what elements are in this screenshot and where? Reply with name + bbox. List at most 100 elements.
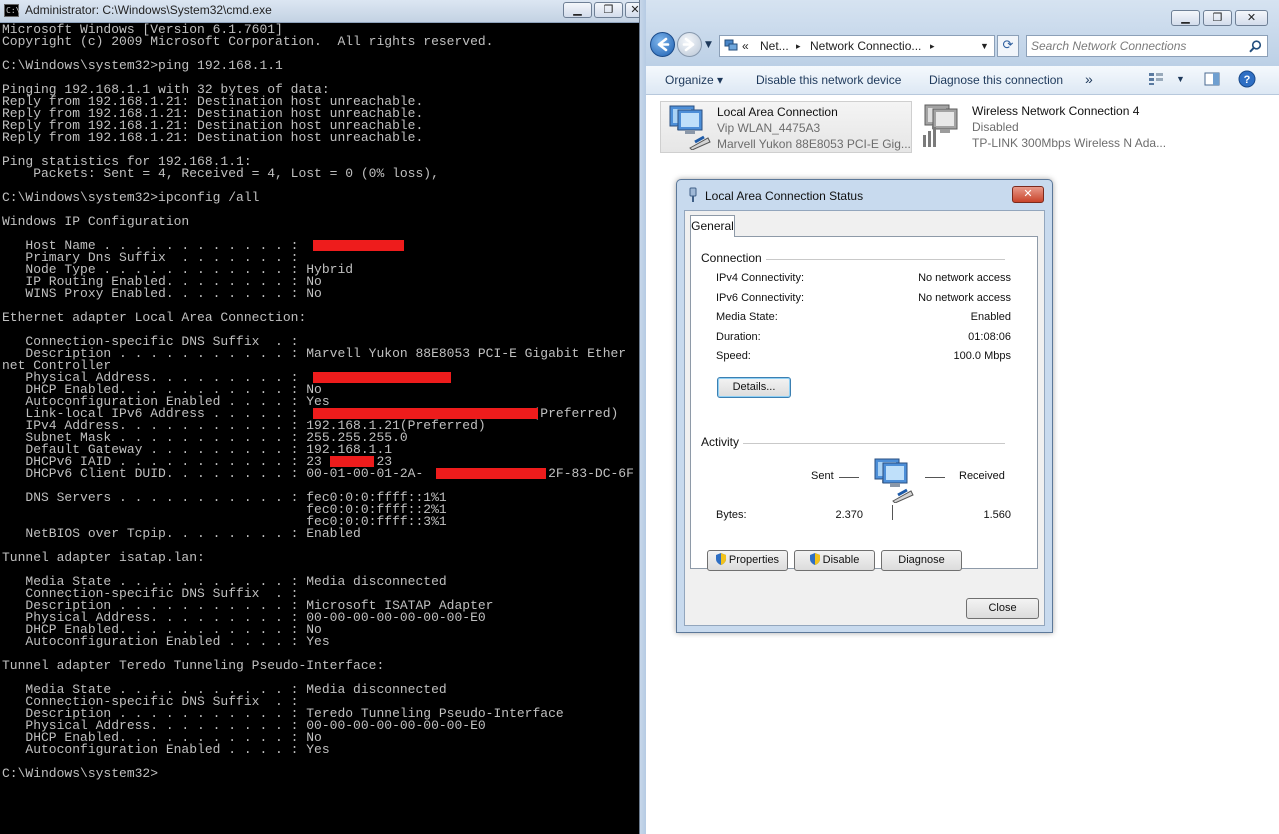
console-line: WINS Proxy Enabled. . . . . . . . : No bbox=[2, 286, 322, 301]
connection-group-divider bbox=[753, 259, 1005, 260]
connection-item-wireless[interactable]: Wireless Network Connection 4 Disabled T… bbox=[916, 101, 1176, 153]
duration-label: Duration: bbox=[716, 331, 761, 343]
media-state-label: Media State: bbox=[716, 311, 778, 323]
organize-menu[interactable]: Organize ▾ bbox=[665, 73, 723, 87]
duration-value: 01:08:06 bbox=[968, 331, 1011, 343]
breadcrumb-separator-icon[interactable]: ▸ bbox=[796, 41, 801, 52]
bytes-divider bbox=[892, 505, 893, 520]
received-label: Received bbox=[959, 470, 1005, 482]
explorer-restore-button[interactable]: ❐ bbox=[1203, 10, 1232, 26]
bytes-label: Bytes: bbox=[716, 509, 747, 521]
ipv6-connectivity-value: No network access bbox=[918, 292, 1011, 304]
speed-value: 100.0 Mbps bbox=[953, 350, 1011, 362]
minimize-button[interactable]: ▁ bbox=[563, 2, 592, 18]
address-overflow[interactable]: « bbox=[742, 39, 749, 53]
dialog-title-bar[interactable]: Local Area Connection Status ✕ bbox=[677, 180, 1052, 210]
disable-device-command[interactable]: Disable this network device bbox=[756, 73, 901, 87]
explorer-minimize-button[interactable]: ▁ bbox=[1171, 10, 1200, 26]
preview-pane-button[interactable] bbox=[1204, 72, 1220, 89]
sent-bytes-value: 2.370 bbox=[835, 509, 863, 521]
connection-network: Disabled bbox=[972, 120, 1019, 134]
minimize-icon: ▁ bbox=[573, 3, 582, 16]
speed-label: Speed: bbox=[716, 350, 751, 362]
ipv4-connectivity-value: No network access bbox=[918, 272, 1011, 284]
received-line bbox=[925, 477, 945, 478]
details-button[interactable]: Details... bbox=[717, 377, 791, 398]
tab-general[interactable]: General bbox=[690, 215, 735, 237]
diagnose-button[interactable]: Diagnose bbox=[881, 550, 962, 571]
ipv4-connectivity-label: IPv4 Connectivity: bbox=[716, 272, 805, 284]
search-icon[interactable] bbox=[1249, 40, 1262, 53]
cmd-window: C:\ Administrator: C:\Windows\System32\c… bbox=[0, 0, 640, 834]
console-line: Ethernet adapter Local Area Connection: bbox=[2, 310, 307, 325]
connection-name: Local Area Connection bbox=[717, 105, 838, 119]
uac-shield-icon bbox=[809, 553, 820, 565]
console-line: Reply from 192.168.1.21: Destination hos… bbox=[2, 130, 424, 145]
sent-label: Sent bbox=[811, 470, 834, 482]
close-button[interactable]: ✕ bbox=[625, 2, 640, 18]
network-status-icon bbox=[689, 187, 697, 202]
more-commands-chevron[interactable]: » bbox=[1085, 71, 1093, 87]
console-line: Copyright (c) 2009 Microsoft Corporation… bbox=[2, 34, 494, 49]
search-input[interactable] bbox=[1031, 38, 1241, 54]
diagnose-connection-command[interactable]: Diagnose this connection bbox=[929, 73, 1063, 87]
restore-icon: ❐ bbox=[1212, 11, 1223, 24]
forward-button[interactable] bbox=[677, 32, 702, 57]
ipv6-connectivity-label: IPv6 Connectivity: bbox=[716, 292, 805, 304]
svg-text:?: ? bbox=[1244, 74, 1251, 86]
disable-button[interactable]: Disable bbox=[794, 550, 875, 571]
general-tab-panel: Connection IPv4 Connectivity: No network… bbox=[690, 236, 1038, 569]
console-line: Tunnel adapter Teredo Tunneling Pseudo-I… bbox=[2, 658, 385, 673]
dialog-close-button[interactable]: ✕ bbox=[1012, 186, 1044, 203]
view-options-icon bbox=[1149, 73, 1163, 85]
sent-line bbox=[839, 477, 859, 478]
connection-name: Wireless Network Connection 4 bbox=[972, 104, 1140, 118]
recent-pages-chevron-icon[interactable]: ▼ bbox=[705, 40, 712, 50]
address-dropdown-icon[interactable]: ▼ bbox=[980, 41, 989, 51]
connection-status-dialog: Local Area Connection Status ✕ General C… bbox=[676, 179, 1053, 633]
media-state-value: Enabled bbox=[970, 311, 1011, 323]
explorer-close-button[interactable]: ✕ bbox=[1235, 10, 1268, 26]
properties-button-label: Properties bbox=[728, 554, 780, 566]
dialog-close-action-button[interactable]: Close bbox=[966, 598, 1039, 619]
change-view-button[interactable] bbox=[1148, 72, 1164, 89]
explorer-title-bar[interactable]: ▁ ❐ ✕ ▼ « Net... ▸ Network Connectio... … bbox=[640, 0, 1279, 66]
console-line: NetBIOS over Tcpip. . . . . . . . : Enab… bbox=[2, 526, 361, 541]
console-line: C:\Windows\system32>ping 192.168.1.1 bbox=[2, 58, 283, 73]
breadcrumb-network-connections[interactable]: Network Connectio... bbox=[810, 39, 921, 53]
connection-item-local-area[interactable]: Local Area Connection Vip WLAN_4475A3 Ma… bbox=[660, 101, 912, 153]
connection-device: Marvell Yukon 88E8053 PCI-E Gig... bbox=[717, 137, 911, 151]
connection-device: TP-LINK 300Mbps Wireless N Ada... bbox=[972, 136, 1167, 150]
console-line: Windows IP Configuration bbox=[2, 214, 190, 229]
console-line: C:\Windows\system32>ipconfig /all bbox=[2, 190, 260, 205]
disable-button-label: Disable bbox=[822, 554, 860, 566]
address-bar[interactable]: « Net... ▸ Network Connectio... ▸ ▼ bbox=[719, 35, 995, 57]
uac-shield-icon bbox=[715, 553, 726, 565]
console-line: C:\Windows\system32> bbox=[2, 766, 159, 781]
cmd-title-bar[interactable]: C:\ Administrator: C:\Windows\System32\c… bbox=[0, 0, 640, 23]
preview-pane-icon bbox=[1204, 72, 1220, 86]
properties-button[interactable]: Properties bbox=[707, 550, 788, 571]
redaction-duid bbox=[436, 468, 546, 479]
redaction-iaid bbox=[330, 456, 374, 467]
wireless-network-adapter-icon bbox=[923, 104, 958, 147]
restore-button[interactable]: ❐ bbox=[594, 2, 623, 18]
breadcrumb-separator-icon[interactable]: ▸ bbox=[930, 41, 935, 52]
minimize-icon: ▁ bbox=[1181, 11, 1190, 24]
connection-network: Vip WLAN_4475A3 bbox=[717, 121, 821, 135]
cmd-window-title: Administrator: C:\Windows\System32\cmd.e… bbox=[25, 3, 272, 17]
wired-network-adapter-icon bbox=[669, 105, 711, 150]
close-icon: ✕ bbox=[630, 3, 640, 16]
refresh-button[interactable]: ⟳ bbox=[997, 35, 1019, 57]
breadcrumb-network[interactable]: Net... bbox=[760, 39, 789, 53]
console-line: Tunnel adapter isatap.lan: bbox=[2, 550, 205, 565]
view-dropdown-icon[interactable]: ▼ bbox=[1176, 74, 1185, 84]
help-button[interactable]: ? bbox=[1238, 70, 1256, 91]
search-box[interactable] bbox=[1026, 35, 1268, 57]
activity-group-divider bbox=[743, 443, 1005, 444]
redaction-ipv6-address bbox=[313, 408, 538, 419]
cmd-console-output[interactable]: Microsoft Windows [Version 6.1.7601] Copy… bbox=[0, 22, 639, 834]
redaction-host-name bbox=[313, 240, 404, 251]
cmd-app-icon: C:\ bbox=[4, 4, 21, 17]
back-button[interactable] bbox=[650, 32, 675, 57]
